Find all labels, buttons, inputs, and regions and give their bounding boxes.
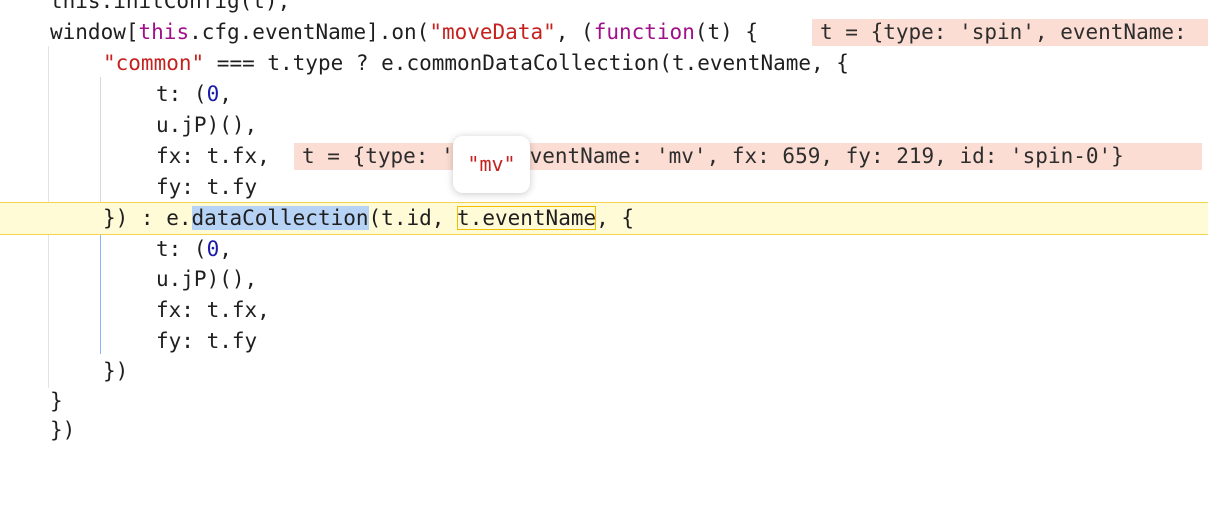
code-text: }) <box>50 418 76 442</box>
code-text: this.initConfig(t); <box>50 0 291 13</box>
current-execution-line: }) : e.dataCollection(t.id, t.eventName,… <box>0 202 1208 235</box>
inline-value-hint: t = {type: 'spin', eventName: <box>812 19 1208 46</box>
code-text: , ( <box>555 20 594 44</box>
selected-text[interactable]: dataCollection <box>191 206 369 230</box>
code-text: fx: t.fx, <box>156 298 270 322</box>
code-text: (t) { <box>694 20 759 44</box>
code-text: fy: t.fy <box>156 175 258 199</box>
code-line: t: (0, <box>0 234 1208 265</box>
inline-value-hint: t = {type: 'mv', eventName: 'mv', fx: 65… <box>294 143 1202 170</box>
hovered-expression[interactable]: t.eventName <box>457 206 597 230</box>
code-text: === t.type ? e.commonDataCollection(t.ev… <box>204 51 849 75</box>
code-text: , <box>219 237 232 261</box>
code-text: }) : e. <box>103 206 192 230</box>
code-text: }) <box>103 359 129 383</box>
code-line: t: (0, <box>0 79 1208 110</box>
tooltip-value: "mv" <box>467 152 516 176</box>
string-token: "moveData" <box>429 20 556 44</box>
code-text: fx: t.fx, <box>156 144 270 168</box>
code-text: t: ( <box>156 237 207 261</box>
code-editor[interactable]: this.initConfig(t); window[this.cfg.even… <box>0 0 1208 442</box>
code-text: (t.id, <box>368 206 458 230</box>
number-token: 0 <box>206 237 220 261</box>
keyword-token: function <box>593 20 695 44</box>
code-line: fy: t.fy <box>0 172 1208 203</box>
code-text: fy: t.fy <box>156 329 258 353</box>
code-text: , <box>219 82 232 106</box>
code-text: .cfg.eventName].on( <box>189 20 430 44</box>
number-token: 0 <box>206 82 220 106</box>
code-line: this.initConfig(t); <box>0 0 1208 17</box>
code-line: u.jP)(), <box>0 264 1208 295</box>
hover-value-tooltip[interactable]: "mv" <box>453 136 530 193</box>
code-line: fy: t.fy <box>0 326 1208 357</box>
code-text: , { <box>596 206 635 230</box>
string-token: "common" <box>103 51 205 75</box>
code-line: }) <box>0 356 1208 387</box>
code-text: u.jP)(), <box>156 113 258 137</box>
code-line: u.jP)(), <box>0 110 1208 141</box>
code-text: window[ <box>50 20 139 44</box>
code-line: fx: t.fx, <box>0 295 1208 326</box>
code-line: "common" === t.type ? e.commonDataCollec… <box>0 48 1208 79</box>
code-line: }) <box>0 415 1208 446</box>
keyword-token: this <box>138 20 190 44</box>
code-text: t: ( <box>156 82 207 106</box>
code-text: u.jP)(), <box>156 267 258 291</box>
code-line: } <box>0 386 1208 417</box>
code-text: } <box>50 389 63 413</box>
